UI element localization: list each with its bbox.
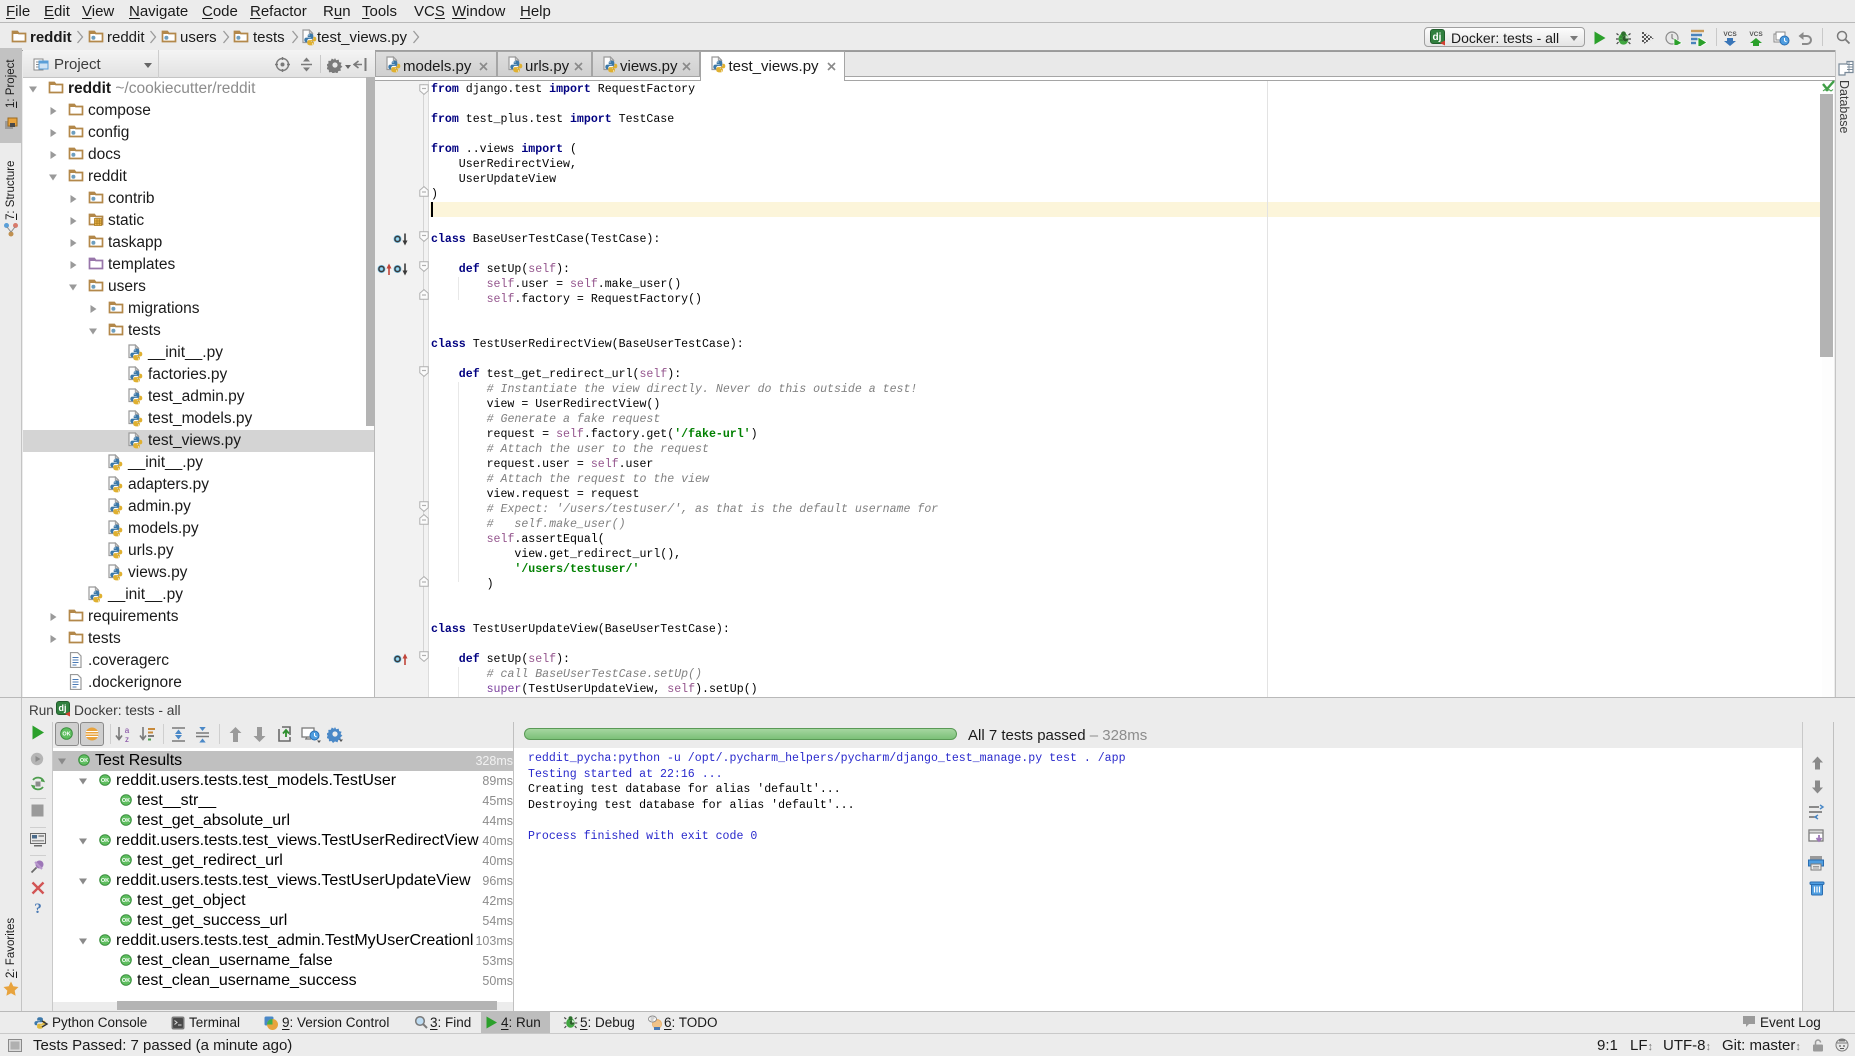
svg-text:OK: OK (122, 918, 130, 924)
svg-text:dj: dj (1433, 32, 1442, 43)
svg-text:OK: OK (101, 878, 109, 884)
svg-text:OK: OK (101, 838, 109, 844)
svg-text:dj: dj (59, 703, 67, 713)
svg-text:OK: OK (122, 818, 130, 824)
svg-text:OK: OK (122, 858, 130, 864)
svg-text:z: z (125, 735, 129, 743)
svg-text:a: a (125, 726, 130, 735)
svg-text:OK: OK (80, 758, 88, 764)
svg-text:VCS: VCS (1723, 31, 1737, 38)
svg-text:OK: OK (101, 938, 109, 944)
svg-text:OK: OK (122, 798, 130, 804)
svg-text:OK: OK (122, 958, 130, 964)
svg-text:OK: OK (62, 732, 70, 738)
svg-text:VCS: VCS (1749, 31, 1763, 38)
svg-text:OK: OK (122, 978, 130, 984)
svg-text:OK: OK (122, 898, 130, 904)
svg-text:?: ? (34, 901, 42, 915)
svg-text:OK: OK (101, 778, 109, 784)
